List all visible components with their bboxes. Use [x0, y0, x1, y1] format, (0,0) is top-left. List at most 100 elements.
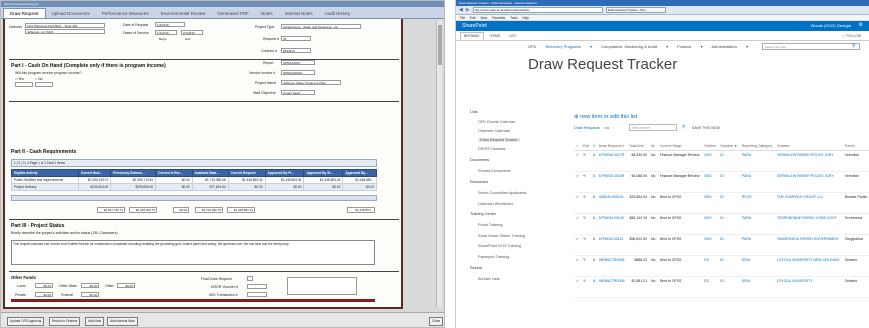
grantee-link[interactable]: LOYOLA UNIVERSITY	[774, 276, 843, 298]
menu-view[interactable]: View	[480, 16, 487, 20]
add-internal-note-button[interactable]: Add Internal Note	[107, 317, 138, 326]
section-link[interactable]: ED	[702, 276, 719, 298]
col-current-in-rec[interactable]: Current In Rec...	[155, 169, 193, 177]
col-previously-disbursed[interactable]: Previously Disburs...	[110, 169, 157, 177]
list-item[interactable]: ✓ ✎ ℹ 57PARA13014S $56,142.19 No Sent to…	[574, 213, 869, 235]
no-radio[interactable]: ○ No	[35, 77, 43, 81]
tab-draw-request[interactable]: Draw Request	[3, 8, 46, 18]
tab-browse[interactable]: BROWSE	[460, 31, 484, 40]
grantee-code-link[interactable]: ID	[718, 171, 740, 193]
federal-field[interactable]: $0.00	[81, 292, 99, 297]
section-link[interactable]: NSG	[702, 171, 719, 193]
view-draw-requests[interactable]: Draw Requests	[574, 126, 600, 130]
col-reporting-category[interactable]: Reporting Category	[739, 142, 775, 151]
find-item-input[interactable]: Find an item	[629, 124, 677, 131]
draw-request-link[interactable]: 57PARA13011Z	[596, 234, 628, 256]
new-item-link[interactable]: ⊕ new item or edit this list	[574, 114, 637, 120]
local-field[interactable]: $0.00	[35, 283, 53, 288]
site-search-input[interactable]: Search this site	[762, 43, 860, 50]
nav-compliance[interactable]: Compliance, Monitoring & Audit ▾	[601, 44, 668, 49]
col-approved-by-st[interactable]: Approved By St...	[303, 169, 344, 177]
row-check-icon[interactable]: ✓	[574, 213, 582, 235]
search-icon[interactable]: ⚲	[852, 43, 856, 49]
report-field[interactable]: SPDRA2016	[281, 60, 315, 65]
menu-tools[interactable]: Tools	[510, 16, 517, 20]
draw-request-link[interactable]: 9609NCTRS008	[596, 255, 628, 277]
list-item[interactable]: ✓ ✎ ℹ 9609NCTRS008 $888.02 No Sent to OF…	[574, 255, 869, 277]
reporting-category-link[interactable]: DRIU	[739, 255, 775, 277]
user-menu[interactable]: Woods (OCD) Georgia	[811, 23, 851, 28]
nav-lists-heading[interactable]: Lists	[470, 110, 478, 114]
nav-administration[interactable]: Administration ▾	[711, 44, 747, 49]
nav-select-committee-applicants[interactable]: Select Committee Applicants	[478, 191, 526, 195]
col-approved-by[interactable]: Approved By...	[342, 169, 377, 177]
nav-outreach-worksheet[interactable]: Outreach Worksheet	[478, 202, 513, 206]
other-field[interactable]: $0.00	[117, 283, 135, 288]
edit-icon[interactable]: ✎	[581, 150, 592, 172]
contract-field[interactable]: 8634616	[281, 48, 311, 53]
nav-recovery-programs[interactable]: Recovery Programs ▾	[546, 44, 592, 49]
edit-icon[interactable]: ✎	[581, 255, 592, 277]
col-grantee-code[interactable]: Grantee ▼	[718, 142, 740, 151]
nav-shared-documents[interactable]: Shared Documents	[478, 169, 511, 173]
signed-draw-upload-box[interactable]	[287, 277, 357, 295]
address-line2-field[interactable]: Jefferson, LA 70121	[25, 29, 105, 34]
reporting-category-link[interactable]: RFGS	[739, 192, 775, 214]
row-check-icon[interactable]: ✓	[574, 192, 582, 214]
grantee-code-link[interactable]: ID	[718, 276, 740, 298]
nav-resources-heading[interactable]: Resources	[470, 180, 488, 184]
list-item[interactable]: ✓ ✎ ℹ 45NDS1305101 $33,564.00 No Sent to…	[574, 192, 869, 214]
nav-portal-training[interactable]: Portal Training	[478, 223, 502, 227]
forward-icon[interactable]: ▶	[466, 7, 470, 13]
section-link[interactable]: NSG	[702, 192, 719, 214]
date-of-request-field[interactable]: 1/4/2016	[155, 22, 185, 27]
project-status-textarea[interactable]: This request includes one invoice from D…	[11, 240, 375, 265]
reporting-category-link[interactable]: DRIU	[739, 276, 775, 298]
edit-icon[interactable]: ✎	[581, 276, 592, 298]
row-check-icon[interactable]: ✓	[574, 255, 582, 277]
nav-draw-request-tracker[interactable]: Draw Request Tracker	[478, 138, 520, 142]
tab-audit-history[interactable]: Audit History	[319, 9, 357, 18]
col-select[interactable]: ✓	[574, 142, 582, 151]
col-eligible-activity[interactable]: Eligible Activity	[11, 169, 79, 177]
request-field[interactable]: 45	[281, 36, 311, 41]
grantee-link[interactable]: LOYOLA UNIVERSITY NEW ORLEANS	[774, 255, 843, 277]
grantee-code-link[interactable]: ID	[718, 150, 740, 172]
reporting-category-link[interactable]: PARA	[739, 150, 775, 172]
section-link[interactable]: NSG	[702, 150, 719, 172]
grantee-code-link[interactable]: ID	[718, 213, 740, 235]
col-available-balance[interactable]: Available Bala...	[191, 169, 229, 177]
view-more-icon[interactable]: •••	[605, 126, 609, 130]
grantee-link[interactable]: VERMILION PARISH POLICE JURY	[774, 171, 843, 193]
yes-checkbox-box[interactable]	[15, 82, 33, 87]
edit-icon[interactable]: ✎	[581, 234, 592, 256]
list-item[interactable]: ✓ ✎ ℹ 57PARA13027R $4,830.00 No Finance …	[574, 150, 869, 172]
section-link[interactable]: NSG	[702, 234, 719, 256]
vendor-invoice-field[interactable]: SPDRA2016H	[281, 70, 315, 75]
add-note-button[interactable]: Add Note	[85, 317, 105, 326]
sharepoint-brand[interactable]: SharePoint	[462, 23, 487, 29]
update-ofd-approval-button[interactable]: Update OFD Approval	[7, 317, 45, 326]
edit-icon[interactable]: ✎	[581, 213, 592, 235]
col-number[interactable]: №	[649, 142, 658, 151]
table-scrollbar[interactable]	[11, 195, 377, 201]
row-check-icon[interactable]: ✓	[574, 150, 582, 172]
grantee-link[interactable]: THE COMPASS GROUP LLC	[774, 192, 843, 214]
tab-internal-notes[interactable]: Internal Notes	[279, 9, 319, 18]
reporting-category-link[interactable]: PARA	[739, 213, 775, 235]
address-line1-field[interactable]: 1111 Sherwood Park Blvd. - Suite 403	[25, 23, 105, 28]
row-check-icon[interactable]: ✓	[574, 234, 582, 256]
menu-favorites[interactable]: Favorites	[492, 16, 505, 20]
draw-request-link[interactable]: 57PARA13023R	[596, 171, 628, 193]
draw-request-link[interactable]: 9609NCTRS006	[596, 276, 628, 298]
url-field[interactable]: http://www.state.la.us/ofd/Lists/Draw%20…	[472, 7, 603, 13]
col-edit[interactable]: Edit	[581, 142, 592, 151]
nav-training-center-heading[interactable]: Training Center	[470, 212, 496, 216]
nav-outreach-calendar[interactable]: Outreach Calendar	[478, 129, 510, 133]
table-row[interactable]: Project Delivery $233,604.00 $299,695.00…	[11, 183, 377, 191]
return-to-finance-button[interactable]: Return to Finance	[49, 317, 81, 326]
col-draw-request-no[interactable]: Draw Request #	[596, 142, 628, 151]
section-link[interactable]: ED	[702, 255, 719, 277]
back-icon[interactable]: ◀	[459, 7, 463, 13]
menu-file[interactable]: File	[460, 16, 465, 20]
